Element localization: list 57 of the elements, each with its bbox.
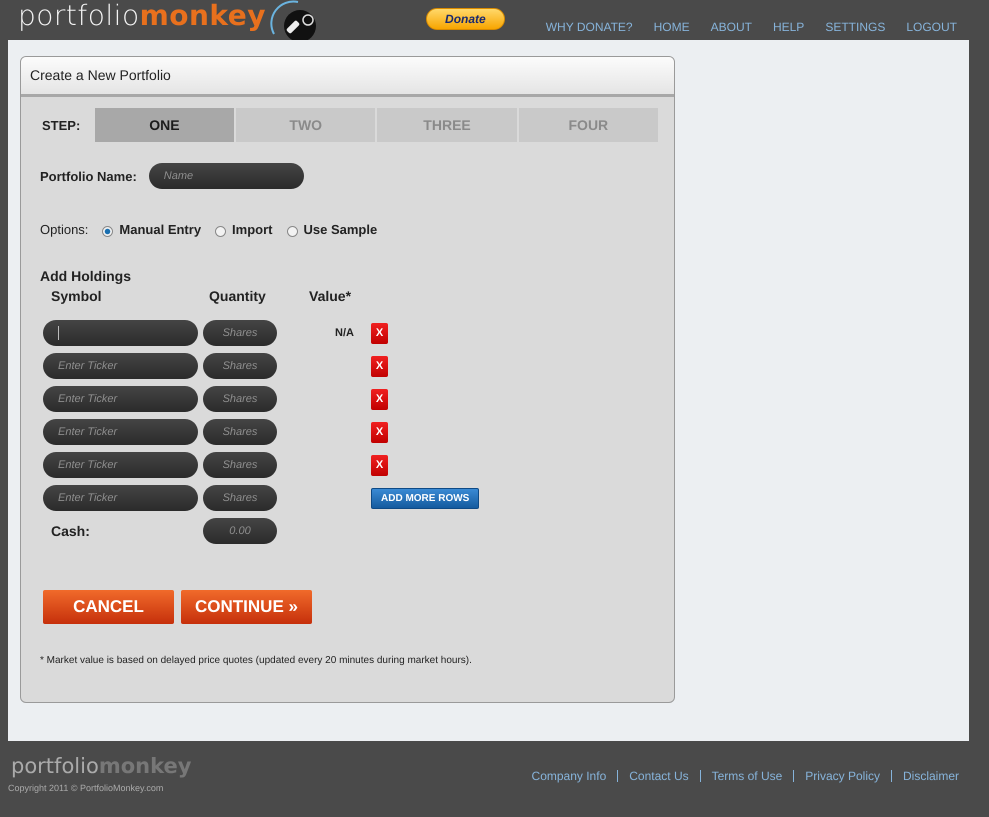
symbol-field[interactable]: Enter Ticker — [43, 485, 198, 511]
footnote: * Market value is based on delayed price quotes (updated every 20 minutes during market hours). — [40, 655, 473, 666]
radio-button[interactable] — [102, 226, 114, 236]
symbol-field[interactable]: Enter Ticker — [43, 353, 198, 379]
options-label: Options: — [40, 222, 88, 237]
symbol-field[interactable] — [43, 320, 198, 346]
continue-button[interactable]: CONTINUE » — [181, 590, 312, 624]
quantity-field[interactable]: Shares — [203, 386, 277, 412]
nav-link[interactable]: HELP — [772, 20, 804, 34]
logo-wordmark[interactable]: portfoliomonkey — [18, 0, 266, 32]
holdings-title: Add Holdings — [40, 268, 132, 284]
option-label[interactable]: Manual Entry — [119, 222, 202, 237]
remove-row-button[interactable]: X — [371, 388, 388, 410]
column-header: Value* — [309, 288, 352, 304]
quantity-field[interactable]: Shares — [203, 353, 277, 379]
donate-button[interactable]: Donate — [426, 8, 505, 30]
quantity-field[interactable]: Shares — [203, 320, 277, 346]
quantity-field[interactable]: Shares — [203, 419, 277, 445]
remove-row-button[interactable]: X — [371, 356, 388, 376]
step-tab[interactable]: ONE — [94, 108, 234, 142]
cash-label: Cash: — [50, 523, 91, 539]
nav-link[interactable]: HOME — [654, 20, 690, 34]
remove-row-button[interactable]: X — [371, 422, 388, 442]
option-label[interactable]: Import — [232, 222, 272, 237]
portfolio-name-label: Portfolio Name: — [40, 168, 137, 184]
step-tab[interactable]: FOUR — [518, 108, 658, 142]
nav-link[interactable]: WHY DONATE? — [546, 20, 633, 34]
step-label: STEP: — [41, 118, 82, 132]
footer-link[interactable]: Terms of Use — [712, 769, 782, 783]
remove-row-button[interactable]: X — [371, 454, 388, 476]
footer-link[interactable]: Disclaimer — [902, 769, 959, 783]
step-tab[interactable]: TWO — [236, 108, 376, 142]
footer-link[interactable]: Privacy Policy — [805, 769, 880, 783]
remove-row-button[interactable]: X — [371, 322, 388, 344]
cash-field[interactable]: 0.00 — [203, 518, 277, 544]
copyright-text: Copyright 2011 © PortfolioMonkey.com — [8, 783, 164, 793]
column-header: Quantity — [209, 288, 267, 304]
symbol-field[interactable]: Enter Ticker — [43, 452, 198, 478]
add-more-rows-button[interactable]: ADD MORE ROWS — [371, 488, 480, 508]
nav-link[interactable]: ABOUT — [710, 20, 752, 34]
value-text: N/A — [335, 327, 354, 339]
footer-link[interactable]: Company Info — [532, 769, 606, 783]
nav-link[interactable]: SETTINGS — [825, 20, 886, 34]
card-title: Create a New Portfolio — [21, 57, 674, 97]
nav-link[interactable]: LOGOUT — [906, 20, 957, 34]
symbol-field[interactable]: Enter Ticker — [43, 386, 198, 412]
radio-button[interactable] — [215, 226, 226, 236]
quantity-field[interactable]: Shares — [203, 485, 277, 511]
step-tab[interactable]: THREE — [377, 108, 517, 142]
radio-button[interactable] — [286, 226, 298, 236]
symbol-field[interactable]: Enter Ticker — [43, 419, 198, 445]
column-header: Symbol — [51, 288, 103, 304]
option-label[interactable]: Use Sample — [304, 222, 378, 237]
quantity-field[interactable]: Shares — [203, 452, 277, 478]
cancel-button[interactable]: CANCEL — [43, 590, 174, 624]
footer-link[interactable]: Contact Us — [629, 769, 689, 783]
portfolio-name-field[interactable]: Name — [148, 163, 304, 189]
